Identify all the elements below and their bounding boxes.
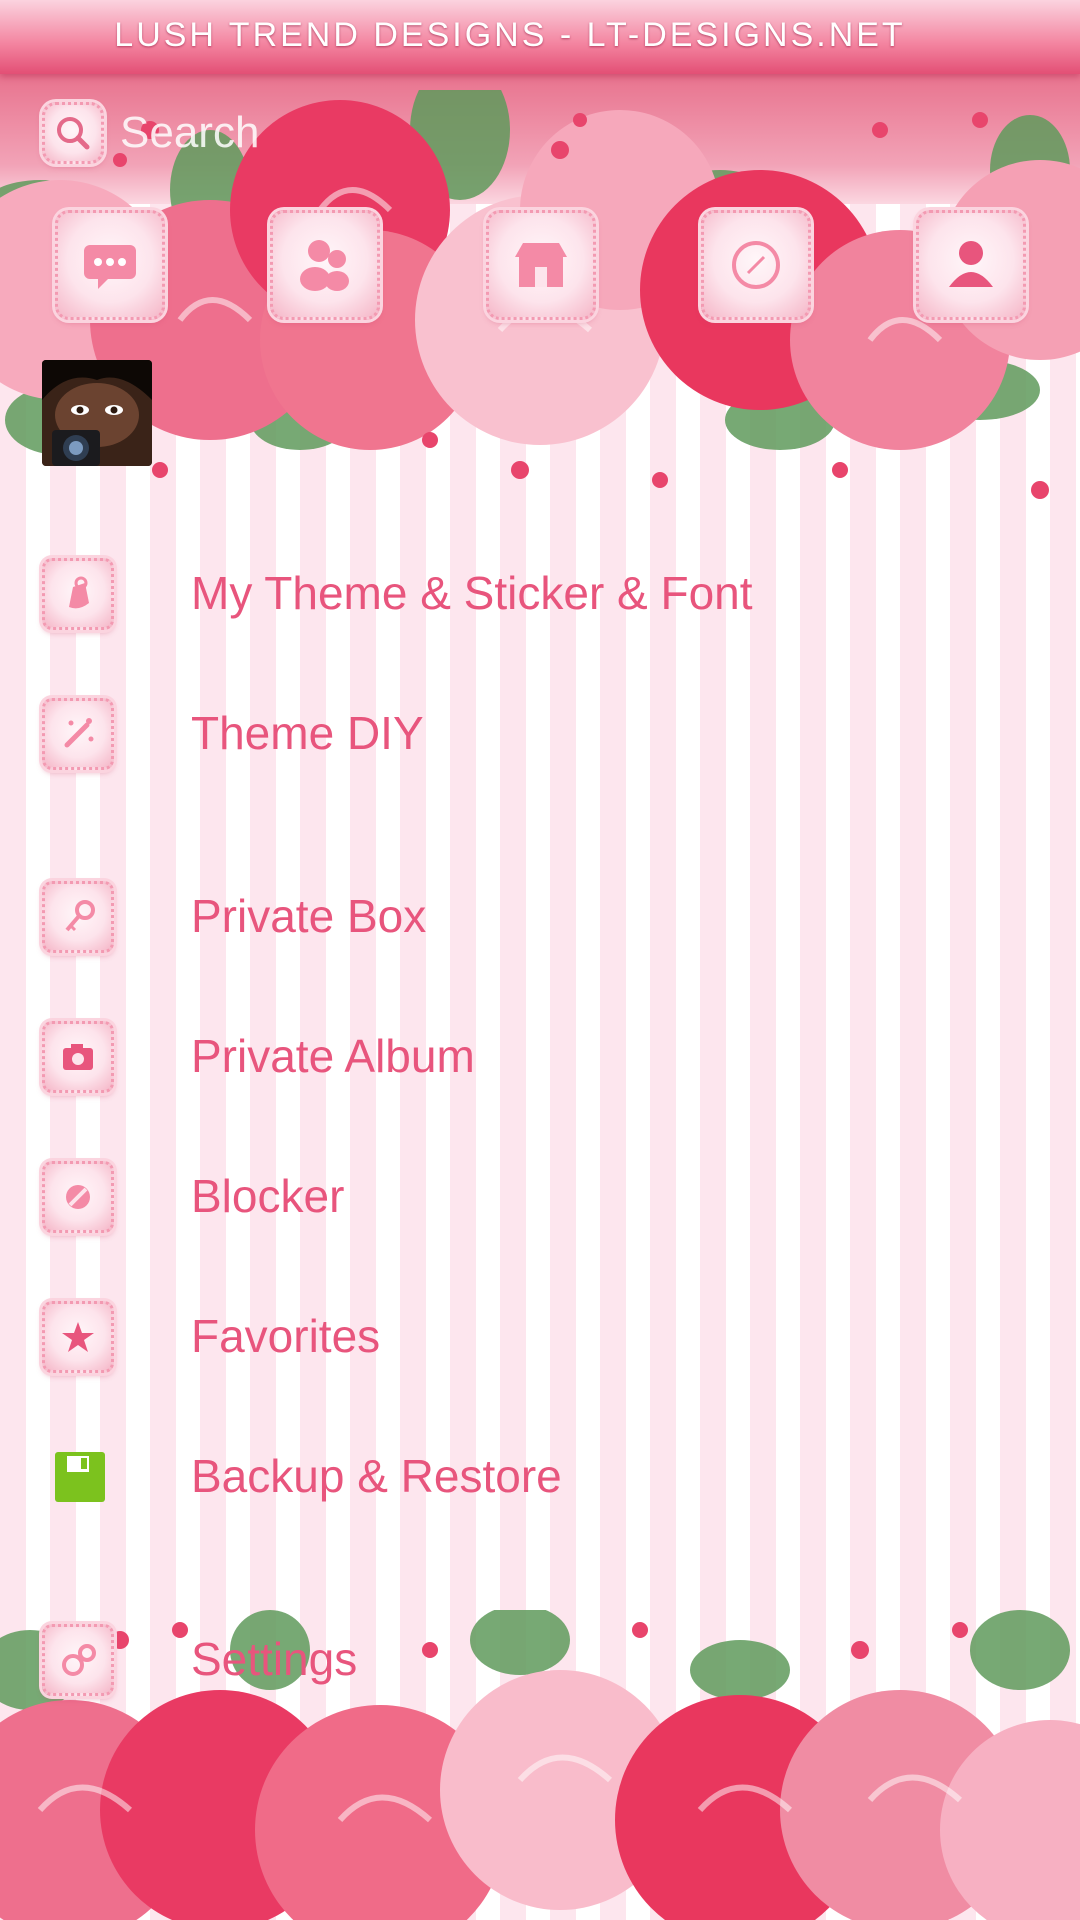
menu-label: Backup & Restore — [191, 1450, 562, 1502]
menu-label: My Theme & Sticker & Font — [191, 567, 753, 619]
profile-icon[interactable] — [916, 210, 1026, 320]
block-icon — [42, 1161, 114, 1233]
menu-item-blocker[interactable]: Blocker — [0, 1147, 1080, 1247]
contacts-icon[interactable] — [270, 210, 380, 320]
menu-item-settings[interactable]: Settings — [0, 1610, 1080, 1710]
menu-item-private-box[interactable]: Private Box — [0, 867, 1080, 967]
menu-label: Favorites — [191, 1310, 381, 1362]
menu-label: Theme DIY — [191, 707, 424, 759]
explore-icon[interactable] — [701, 210, 811, 320]
menu-item-favorites[interactable]: Favorites — [0, 1287, 1080, 1387]
camera-icon — [42, 1021, 114, 1093]
gear-icon — [42, 1624, 114, 1696]
menu-item-my-theme[interactable]: My Theme & Sticker & Font — [0, 544, 1080, 644]
menu-item-theme-diy[interactable]: Theme DIY — [0, 684, 1080, 784]
theme-icon — [42, 558, 114, 630]
menu-label: Settings — [191, 1633, 358, 1685]
floppy-icon — [55, 1452, 105, 1502]
menu-label: Private Album — [191, 1030, 475, 1082]
banner-text: LUSH TREND DESIGNS - LT-DESIGNS.NET — [114, 16, 906, 54]
search-input[interactable]: Search — [120, 108, 259, 158]
search-bar[interactable]: Search — [36, 100, 636, 164]
menu-label: Blocker — [191, 1170, 345, 1222]
diy-wand-icon — [42, 698, 114, 770]
menu-label: Private Box — [191, 890, 427, 942]
app-screen: LUSH TREND DESIGNS - LT-DESIGNS.NET Sear… — [0, 0, 1080, 1920]
top-banner: LUSH TREND DESIGNS - LT-DESIGNS.NET — [0, 0, 1080, 74]
key-icon — [42, 881, 114, 953]
avatar[interactable] — [42, 360, 152, 466]
menu-item-private-album[interactable]: Private Album — [0, 1007, 1080, 1107]
search-icon[interactable] — [42, 102, 104, 164]
messages-icon[interactable] — [55, 210, 165, 320]
star-icon — [42, 1301, 114, 1373]
store-icon[interactable] — [486, 210, 596, 320]
menu-item-backup-restore[interactable]: Backup & Restore — [0, 1427, 1080, 1527]
